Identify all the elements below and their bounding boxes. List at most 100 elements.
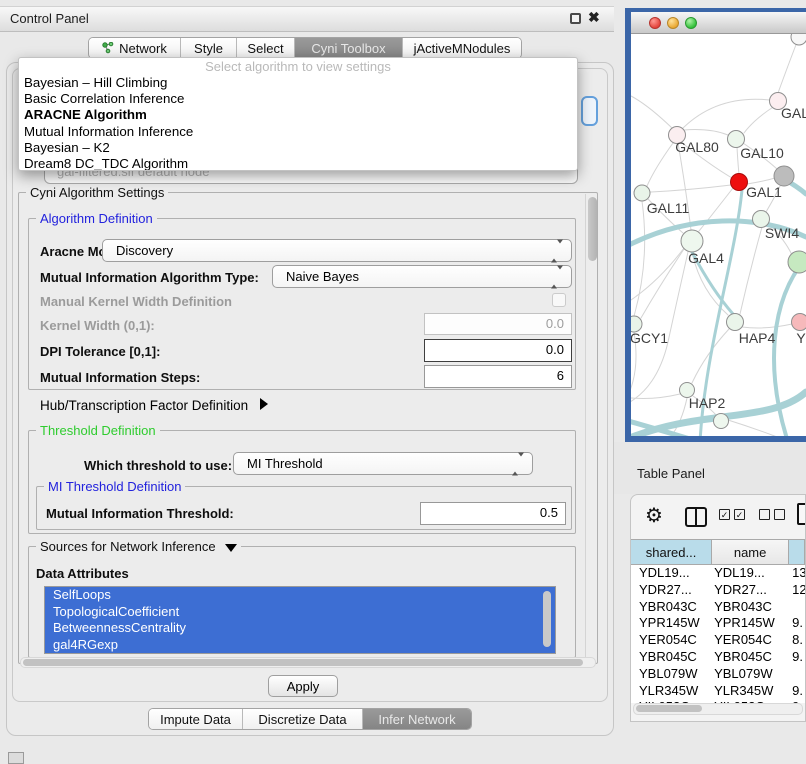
attr-items-container: SelfLoopsTopologicalCoefficientBetweenne… xyxy=(45,587,555,653)
network-edge[interactable] xyxy=(740,227,762,314)
algorithm-option[interactable]: Mutual Information Inference xyxy=(19,124,577,140)
hub-tf-definition-toggle[interactable]: Hub/Transcription Factor Definition xyxy=(40,398,268,413)
table-cell: 12 xyxy=(789,582,805,599)
expand-right-icon xyxy=(260,398,268,410)
tab-cyni-toolbox[interactable]: Cyni Toolbox xyxy=(295,38,403,58)
network-edge[interactable] xyxy=(647,143,673,186)
network-node[interactable] xyxy=(788,251,806,273)
split-view-icon[interactable] xyxy=(685,507,707,527)
algorithm-option[interactable]: Bayesian – K2 xyxy=(19,140,577,156)
tab-impute-data[interactable]: Impute Data xyxy=(149,709,243,729)
tab-style[interactable]: Style xyxy=(181,38,237,58)
table-row[interactable]: YBL079WYBL079W xyxy=(631,666,805,683)
algorithm-option[interactable]: Dream8 DC_TDC Algorithm xyxy=(19,156,577,171)
aracne-mode-combo[interactable]: Discovery xyxy=(102,239,572,262)
network-canvas[interactable]: GALGAL80GAL10GAL1GAL11SWI4GAL4GCY1HAP4YH… xyxy=(631,34,806,436)
network-edge[interactable] xyxy=(631,248,684,300)
network-node-label: GAL11 xyxy=(647,200,690,216)
manual-kernel-checkbox[interactable] xyxy=(552,293,566,307)
network-node[interactable] xyxy=(792,314,806,331)
data-attribute-item[interactable]: SelfLoops xyxy=(45,587,555,604)
control-panel-tabbar: Network Style Select Cyni Toolbox jActiv… xyxy=(88,37,522,59)
table-row[interactable]: YER054CYER054C8. xyxy=(631,632,805,649)
network-edge[interactable] xyxy=(641,249,684,318)
collapsed-panel-icon[interactable] xyxy=(8,752,24,764)
table-row[interactable]: YBR045CYBR045C9. xyxy=(631,649,805,666)
popup-placeholder: Select algorithm to view settings xyxy=(19,58,577,75)
horizontal-scroll-thumb[interactable] xyxy=(23,659,583,666)
column-header-partial[interactable] xyxy=(789,539,805,565)
document-icon[interactable] xyxy=(797,503,806,525)
network-edge[interactable] xyxy=(778,37,799,93)
network-node[interactable] xyxy=(681,230,703,252)
attributes-scroll-thumb[interactable] xyxy=(543,591,551,647)
table-row[interactable]: YLR345WYLR345W9. xyxy=(631,683,805,700)
network-node[interactable] xyxy=(714,414,729,429)
zoom-traffic-light-icon[interactable] xyxy=(685,17,697,29)
network-edge[interactable] xyxy=(678,143,691,230)
tab-network[interactable]: Network xyxy=(89,38,181,58)
settings-gear-icon[interactable]: ⚙ xyxy=(645,503,663,528)
network-node[interactable] xyxy=(774,166,794,186)
table-panel-title: Table Panel xyxy=(637,466,705,481)
close-icon[interactable]: ✖ xyxy=(588,9,600,26)
network-edge[interactable] xyxy=(634,201,645,316)
close-traffic-light-icon[interactable] xyxy=(649,17,661,29)
algorithm-option[interactable]: Bayesian – Hill Climbing xyxy=(19,75,577,91)
network-edge[interactable] xyxy=(651,185,731,192)
float-panel-icon[interactable] xyxy=(570,13,581,24)
mi-type-combo[interactable]: Naive Bayes xyxy=(272,265,572,288)
tab-discretize-data[interactable]: Discretize Data xyxy=(243,709,363,729)
data-attribute-item[interactable]: TopologicalCoefficient xyxy=(45,604,555,621)
threshold-definition-title: Threshold Definition xyxy=(36,423,160,438)
minimize-traffic-light-icon[interactable] xyxy=(667,17,679,29)
network-edge[interactable] xyxy=(737,147,739,174)
apply-button[interactable]: Apply xyxy=(268,675,338,697)
table-horizontal-scrollbar[interactable] xyxy=(633,703,803,715)
table-cell: 9. xyxy=(789,683,805,700)
network-node-label: HAP2 xyxy=(689,395,726,411)
table-row[interactable]: YPR145WYPR145W9. xyxy=(631,615,805,632)
data-attributes-list[interactable]: SelfLoopsTopologicalCoefficientBetweenne… xyxy=(44,586,556,654)
network-node[interactable] xyxy=(731,174,748,191)
column-header-name[interactable]: name xyxy=(712,539,789,565)
tab-infer-network[interactable]: Infer Network xyxy=(363,709,471,729)
network-window-titlebar[interactable] xyxy=(631,12,806,34)
tab-jactivemnodules[interactable]: jActiveMNodules xyxy=(403,38,521,58)
table-cell: YLR345W xyxy=(712,683,789,700)
network-node-label: Y xyxy=(796,330,806,346)
mi-threshold-field[interactable]: 0.5 xyxy=(420,502,566,525)
settings-vertical-scrollbar[interactable] xyxy=(585,194,597,662)
table-row[interactable]: YDL19...YDL19...13 xyxy=(631,565,805,582)
network-edge[interactable] xyxy=(742,324,792,328)
table-cell: YBR045C xyxy=(631,649,712,666)
table-scroll-thumb[interactable] xyxy=(636,705,702,712)
which-threshold-combo[interactable]: MI Threshold xyxy=(233,452,533,475)
data-attribute-item[interactable]: BetweennessCentrality xyxy=(45,620,555,637)
settings-scroll-thumb[interactable] xyxy=(588,197,597,261)
table-cell: YDL19... xyxy=(631,565,712,582)
mi-steps-field[interactable]: 6 xyxy=(424,365,572,388)
algorithm-option[interactable]: Basic Correlation Inference xyxy=(19,91,577,107)
kernel-width-field[interactable]: 0.0 xyxy=(424,313,572,335)
dpi-tolerance-field[interactable]: 0.0 xyxy=(424,339,572,362)
algorithm-option[interactable]: ARACNE Algorithm xyxy=(19,107,577,123)
control-panel-title: Control Panel xyxy=(10,11,89,26)
tab-select[interactable]: Select xyxy=(237,38,295,58)
network-node[interactable] xyxy=(791,34,806,45)
table-row[interactable]: YDR27...YDR27...12 xyxy=(631,582,805,599)
table-cell: YER054C xyxy=(631,632,712,649)
settings-horizontal-scrollbar[interactable] xyxy=(20,657,596,668)
network-edge[interactable] xyxy=(631,96,672,128)
table-cell: 9. xyxy=(789,615,805,632)
collapse-down-icon xyxy=(225,544,237,552)
network-node[interactable] xyxy=(634,185,650,201)
table-row[interactable]: YBR043CYBR043C xyxy=(631,599,805,616)
network-edge[interactable] xyxy=(684,130,728,135)
table-cell: YPR145W xyxy=(631,615,712,632)
table-cell: YDR27... xyxy=(631,582,712,599)
table-header-row: shared... name xyxy=(631,539,805,565)
column-header-shared-name[interactable]: shared... xyxy=(631,539,712,565)
network-node[interactable] xyxy=(727,314,744,331)
data-attribute-item[interactable]: gal4RGexp xyxy=(45,637,555,654)
